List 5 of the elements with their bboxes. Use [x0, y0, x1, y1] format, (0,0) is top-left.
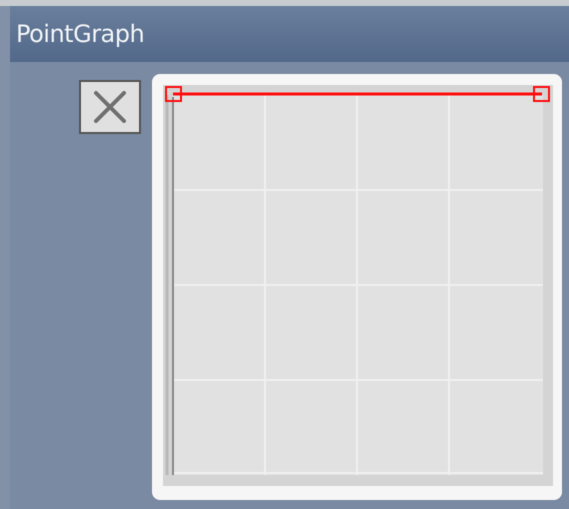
control-point[interactable]: [165, 86, 182, 102]
window-title: PointGraph: [10, 6, 569, 62]
control-point[interactable]: [533, 86, 550, 102]
close-icon: [92, 89, 128, 125]
clear-button[interactable]: [79, 80, 141, 134]
